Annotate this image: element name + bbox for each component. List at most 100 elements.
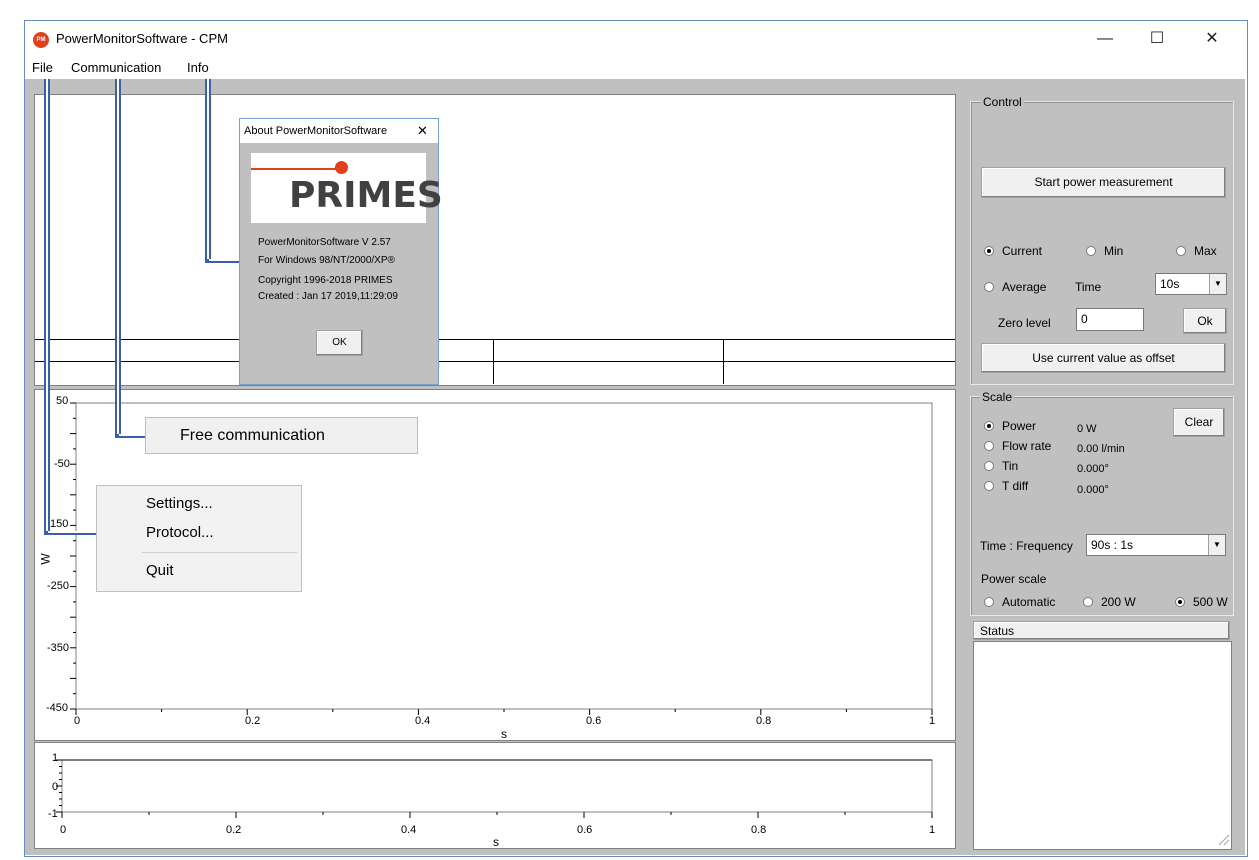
y-tick-label: -350	[47, 642, 70, 654]
time-select-value: 10s	[1160, 277, 1180, 291]
status-box	[973, 641, 1232, 850]
about-ok-button[interactable]: OK	[316, 330, 363, 356]
small-x-tick-label: 0.8	[751, 824, 767, 836]
x-axis-label: s	[501, 727, 507, 741]
small-x-tick-label: 0.4	[401, 824, 417, 836]
small-x-tick-label: 0.2	[226, 824, 242, 836]
zero-level-value: 0	[1081, 312, 1088, 326]
small-y-tick-label: 1	[52, 752, 59, 764]
readout-panel	[34, 94, 956, 386]
zero-level-label: Zero level	[998, 316, 1051, 330]
free-communication-item[interactable]: Free communication	[145, 417, 418, 454]
chevron-down-icon[interactable]: ▼	[1208, 535, 1225, 555]
title-bar[interactable]: PM PowerMonitorSoftware - CPM — ☐ ✕	[25, 21, 1247, 57]
connector-line-communication-inner	[117, 79, 119, 436]
radio-automatic[interactable]	[984, 597, 994, 607]
free-communication-label: Free communication	[180, 427, 325, 444]
power-option-label: 500 W	[1193, 595, 1228, 609]
radio-min[interactable]	[1086, 246, 1096, 256]
maximize-button[interactable]: ☐	[1135, 25, 1179, 53]
radio-power[interactable]	[984, 421, 994, 431]
table-line	[35, 339, 955, 340]
scale-row-name: Tin	[1002, 459, 1019, 473]
resize-grip-icon[interactable]	[1216, 832, 1230, 846]
connector-line-file-inner	[46, 79, 48, 533]
close-button[interactable]: ✕	[1190, 25, 1234, 53]
clear-button[interactable]: Clear	[1173, 408, 1225, 437]
x-tick-label: 1	[929, 715, 936, 727]
radio-500w[interactable]	[1175, 597, 1185, 607]
menu-info[interactable]: Info	[187, 60, 209, 75]
connector-line-info-inner	[209, 259, 240, 261]
about-platform: For Windows 98/NT/2000/XP®	[258, 255, 395, 266]
logo-text: PRIMES	[289, 175, 443, 216]
radio-current-label: Current	[1002, 244, 1043, 258]
file-menu: Settings... Protocol... Quit	[96, 485, 302, 592]
x-tick-label: 0.4	[415, 715, 431, 727]
scale-row-value: 0.000°	[1077, 463, 1109, 475]
scale-row-name: Flow rate	[1002, 439, 1052, 453]
menu-communication[interactable]: Communication	[71, 60, 161, 75]
y-tick-label: 50	[56, 395, 69, 407]
start-measurement-button[interactable]: Start power measurement	[981, 167, 1226, 198]
y-tick-label: -50	[54, 458, 70, 470]
radio-t-diff[interactable]	[984, 481, 994, 491]
primes-logo: PRIMES	[251, 153, 443, 223]
radio-200w[interactable]	[1083, 597, 1093, 607]
small-y-tick-label: -1	[48, 808, 58, 820]
scale-row-value: 0.000°	[1077, 484, 1109, 496]
about-copyright: Copyright 1996-2018 PRIMES	[258, 275, 393, 286]
y-axis-label: W	[38, 553, 53, 565]
radio-max[interactable]	[1176, 246, 1186, 256]
power-option-label: Automatic	[1002, 595, 1056, 609]
menu-item-settings[interactable]: Settings...	[146, 495, 213, 512]
radio-tin[interactable]	[984, 461, 994, 471]
scale-group-label: Scale	[980, 390, 1015, 404]
radio-average-label: Average	[1002, 280, 1047, 294]
menu-separator	[142, 552, 297, 553]
chevron-down-icon[interactable]: ▼	[1209, 274, 1226, 294]
about-created: Created : Jan 17 2019,11:29:09	[258, 291, 398, 302]
time-frequency-select[interactable]: 90s : 1s ▼	[1086, 534, 1226, 556]
x-tick-label: 0.6	[586, 715, 602, 727]
scale-row-name: Power	[1002, 419, 1037, 433]
time-select[interactable]: 10s ▼	[1155, 273, 1227, 295]
time-frequency-label: Time : Frequency	[980, 539, 1073, 553]
connector-line-communication-inner	[119, 434, 146, 436]
radio-flow-rate[interactable]	[984, 441, 994, 451]
radio-current[interactable]	[984, 246, 994, 256]
radio-average[interactable]	[984, 282, 994, 292]
small-x-tick-label: 0.6	[577, 824, 593, 836]
x-tick-label: 0	[74, 715, 81, 727]
radio-max-label: Max	[1194, 244, 1217, 258]
menu-item-protocol[interactable]: Protocol...	[146, 524, 214, 541]
menu-file[interactable]: File	[32, 60, 53, 75]
scale-row-value: 0 W	[1077, 423, 1097, 435]
time-label: Time	[1075, 280, 1102, 294]
control-group-label: Control	[981, 95, 1024, 109]
logo-line	[251, 168, 336, 170]
power-scale-label: Power scale	[981, 572, 1047, 586]
table-divider	[493, 339, 494, 384]
use-offset-button[interactable]: Use current value as offset	[981, 343, 1226, 373]
time-frequency-value: 90s : 1s	[1091, 538, 1134, 552]
status-header: Status	[973, 621, 1230, 640]
table-line	[35, 361, 955, 362]
menu-item-quit[interactable]: Quit	[146, 562, 174, 579]
small-chart	[56, 759, 933, 818]
zero-level-ok-button[interactable]: Ok	[1183, 308, 1227, 334]
about-close-icon[interactable]: ✕	[417, 123, 428, 139]
table-divider	[723, 339, 724, 384]
about-title-bar[interactable]: About PowerMonitorSoftware ✕	[240, 119, 438, 143]
connector-line-info-inner	[207, 79, 209, 261]
small-y-tick-label: 0	[52, 781, 59, 793]
x-tick-label: 0.2	[245, 715, 261, 727]
zero-level-input[interactable]: 0	[1076, 308, 1144, 331]
minimize-button[interactable]: —	[1083, 25, 1127, 53]
about-title: About PowerMonitorSoftware	[244, 125, 388, 137]
about-dialog: About PowerMonitorSoftware ✕ PRIMES Powe…	[239, 118, 443, 385]
small-x-tick-label: 1	[929, 824, 936, 836]
y-tick-label: 150	[50, 518, 69, 530]
power-option-label: 200 W	[1101, 595, 1136, 609]
scale-row-value: 0.00 l/min	[1077, 443, 1125, 455]
